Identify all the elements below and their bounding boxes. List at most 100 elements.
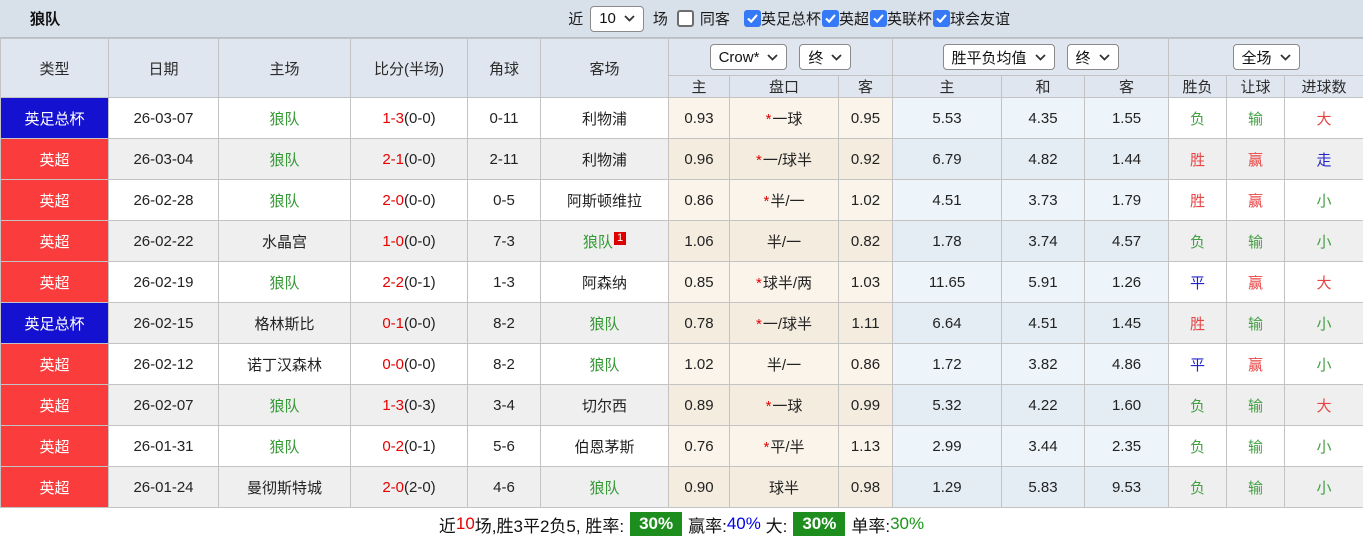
wdl-result-cell: 负 — [1168, 425, 1228, 467]
avg-draw-cell: 5.91 — [1001, 261, 1086, 303]
facup-checkbox[interactable] — [743, 10, 761, 27]
table-row: 英超 26-02-12 诺丁汉森林 0-0(0-0) 8-2 狼队 1.02 半… — [0, 343, 1363, 385]
bookmaker-select[interactable]: Crow* — [709, 44, 788, 70]
away-team-cell: 伯恩茅斯 — [540, 425, 669, 467]
odds-away-cell: 0.92 — [837, 138, 894, 180]
premier-league-checkbox[interactable] — [821, 10, 839, 27]
corners-cell: 8-2 — [467, 343, 541, 385]
sub-header-odds-away: 客 — [837, 75, 894, 98]
corners-cell: 7-3 — [467, 220, 541, 262]
handicap-result-cell: 赢 — [1226, 261, 1286, 303]
wdl-result-cell: 负 — [1168, 384, 1228, 426]
avg-time-select[interactable]: 终 — [1066, 44, 1119, 70]
match-table: 类型 日期 主场 比分(半场) 角球 客场 Crow* 终 胜平负均值 终 全场… — [0, 38, 1363, 508]
home-team-cell: 狼队 — [218, 179, 351, 221]
wdl-result-cell: 胜 — [1168, 138, 1228, 180]
avg-draw-cell: 4.35 — [1001, 97, 1086, 139]
home-team-cell: 狼队 — [218, 138, 351, 180]
score-cell: 2-2(0-1) — [350, 261, 468, 303]
score-cell: 2-0(0-0) — [350, 179, 468, 221]
facup-label: 英足总杯 — [760, 11, 821, 28]
odds-away-cell: 0.98 — [837, 466, 894, 508]
efl-cup-checkbox[interactable] — [869, 10, 887, 27]
summary-bar: 近 10 场,胜3平2负5, 胜率: 30% 赢率: 40% 大: 30% 单率: 30% — [0, 508, 1363, 540]
handicap-result-cell: 输 — [1226, 97, 1286, 139]
odds-time-select[interactable]: 终 — [799, 44, 852, 70]
avg-away-cell: 2.35 — [1084, 425, 1170, 467]
away-team-cell: 切尔西 — [540, 384, 669, 426]
avg-group-header: 胜平负均值 终 — [892, 38, 1170, 76]
friendly-checkbox[interactable] — [932, 10, 950, 27]
same-opponent-checkbox[interactable] — [676, 10, 694, 27]
date-cell: 26-02-07 — [108, 384, 219, 426]
result-scope-select[interactable]: 全场 — [1232, 44, 1300, 70]
odds-home-cell: 1.06 — [668, 220, 730, 262]
odds-away-cell: 1.03 — [837, 261, 894, 303]
match-type-cell: 英超 — [0, 220, 109, 262]
goals-result-cell: 小 — [1284, 466, 1363, 508]
score-cell: 2-1(0-0) — [350, 138, 468, 180]
date-cell: 26-02-19 — [108, 261, 219, 303]
handicap-cell: *一球 — [729, 97, 839, 139]
chevron-down-icon — [831, 53, 843, 61]
avg-away-cell: 1.45 — [1084, 302, 1170, 344]
chevron-down-icon — [624, 15, 635, 22]
chevron-down-icon — [767, 53, 779, 61]
efl-cup-label: 英联杯 — [886, 11, 932, 28]
sub-header-avg-home: 主 — [892, 75, 1003, 98]
result-group-header: 全场 — [1168, 38, 1363, 76]
match-rows: 英足总杯 26-03-07 狼队 1-3(0-0) 0-11 利物浦 0.93 … — [0, 97, 1363, 508]
corners-cell: 3-4 — [467, 384, 541, 426]
home-team-cell: 狼队 — [218, 261, 351, 303]
col-header-date: 日期 — [108, 38, 219, 98]
date-cell: 26-02-22 — [108, 220, 219, 262]
wdl-result-cell: 胜 — [1168, 179, 1228, 221]
recent-count-select[interactable]: 10 — [590, 5, 644, 32]
date-cell: 26-01-31 — [108, 425, 219, 467]
wdl-result-cell: 负 — [1168, 220, 1228, 262]
date-cell: 26-02-15 — [108, 302, 219, 344]
away-team-cell: 利物浦 — [540, 138, 669, 180]
summary-segment: 30% — [793, 512, 846, 536]
away-team-cell: 阿斯顿维拉 — [540, 179, 669, 221]
match-type-cell: 英超 — [0, 261, 109, 303]
wdl-result-cell: 平 — [1168, 261, 1228, 303]
avg-home-cell: 6.64 — [892, 302, 1003, 344]
goals-result-cell: 小 — [1284, 220, 1363, 262]
corners-cell: 4-6 — [467, 466, 541, 508]
handicap-result-cell: 输 — [1226, 466, 1286, 508]
avg-home-cell: 5.53 — [892, 97, 1003, 139]
away-team-cell: 狼队 — [540, 343, 669, 385]
summary-segment: 单率: — [851, 516, 891, 536]
score-cell: 1-3(0-3) — [350, 384, 468, 426]
avg-draw-cell: 4.82 — [1001, 138, 1086, 180]
summary-segment: 大: — [760, 516, 788, 536]
goals-result-cell: 大 — [1284, 384, 1363, 426]
avg-away-cell: 4.57 — [1084, 220, 1170, 262]
col-header-home: 主场 — [218, 38, 351, 98]
goals-result-cell: 小 — [1284, 343, 1363, 385]
avg-metric-select[interactable]: 胜平负均值 — [942, 44, 1055, 70]
sub-header-handicap: 盘口 — [729, 75, 839, 98]
odds-home-cell: 0.89 — [668, 384, 730, 426]
odds-time-select-value: 终 — [808, 49, 824, 67]
date-cell: 26-03-04 — [108, 138, 219, 180]
odds-home-cell: 0.93 — [668, 97, 730, 139]
handicap-cell: *球半/两 — [729, 261, 839, 303]
avg-draw-cell: 3.82 — [1001, 343, 1086, 385]
summary-segment: 40% — [726, 514, 761, 533]
handicap-cell: *一/球半 — [729, 302, 839, 344]
table-row: 英超 26-01-24 曼彻斯特城 2-0(2-0) 4-6 狼队 0.90 球… — [0, 466, 1363, 508]
recent-count-value: 10 — [599, 10, 616, 27]
table-row: 英超 26-01-31 狼队 0-2(0-1) 5-6 伯恩茅斯 0.76 *平… — [0, 425, 1363, 467]
handicap-cell: 半/一 — [729, 220, 839, 262]
col-header-away: 客场 — [540, 38, 669, 98]
away-team-cell: 狼队 — [540, 466, 669, 508]
odds-home-cell: 0.96 — [668, 138, 730, 180]
away-team-cell: 狼队 1 — [540, 220, 669, 262]
odds-home-cell: 0.90 — [668, 466, 730, 508]
sub-header-goals-result: 进球数 — [1284, 75, 1363, 98]
match-type-cell: 英超 — [0, 343, 109, 385]
sub-header-avg-away: 客 — [1084, 75, 1170, 98]
goals-result-cell: 小 — [1284, 425, 1363, 467]
